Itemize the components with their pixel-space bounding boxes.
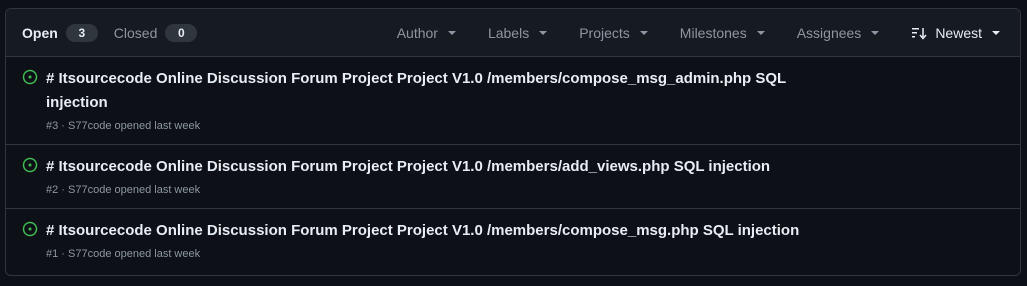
milestones-filter-button[interactable]: Milestones [680,9,765,56]
issue-opened-icon [22,221,38,237]
labels-caret-icon [539,31,548,35]
milestones-caret-icon [756,31,765,35]
issue-row: # Itsourcecode Online Discussion Forum P… [6,57,1020,145]
closed-tab-label: Closed [113,24,158,41]
open-tab-label: Open [22,24,58,41]
issue-opened-icon [22,157,38,173]
filter-bar: Author Labels Projects Milestones Assign… [397,9,1020,56]
projects-filter-label: Projects [579,24,630,41]
issues-list-panel: Open 3 Closed 0 Author Labels Projects M… [5,8,1021,276]
author-filter-button[interactable]: Author [397,9,456,56]
issues-list-header: Open 3 Closed 0 Author Labels Projects M… [6,9,1020,57]
milestones-filter-label: Milestones [679,24,747,41]
issue-title-link[interactable]: # Itsourcecode Online Discussion Forum P… [46,219,806,243]
closed-issues-tab[interactable]: Closed 0 [114,9,198,56]
assignees-filter-button[interactable]: Assignees [797,9,880,56]
issue-row: # Itsourcecode Online Discussion Forum P… [6,209,1020,272]
open-count-badge: 3 [65,23,98,42]
closed-count-badge: 0 [165,23,198,42]
assignees-filter-label: Assignees [796,24,862,41]
issue-title-link[interactable]: # Itsourcecode Online Discussion Forum P… [46,155,806,179]
assignees-caret-icon [871,31,880,35]
issue-opened-icon [22,69,38,85]
labels-filter-label: Labels [487,24,530,41]
labels-filter-button[interactable]: Labels [487,9,548,56]
sort-button[interactable]: Newest [911,9,1000,56]
sort-label: Newest [935,24,982,41]
issue-meta: #2 · S77code opened last week [46,184,201,196]
issue-title-link[interactable]: # Itsourcecode Online Discussion Forum P… [46,67,806,115]
projects-caret-icon [639,31,648,35]
author-filter-label: Author [396,24,438,41]
sort-caret-icon [992,31,1000,35]
sort-desc-icon [911,25,927,41]
issue-meta: #3 · S77code opened last week [46,120,201,132]
open-issues-tab[interactable]: Open 3 [22,9,98,56]
issue-meta: #1 · S77code opened last week [46,248,201,260]
author-caret-icon [447,31,456,35]
issue-row: # Itsourcecode Online Discussion Forum P… [6,145,1020,209]
projects-filter-button[interactable]: Projects [579,9,648,56]
